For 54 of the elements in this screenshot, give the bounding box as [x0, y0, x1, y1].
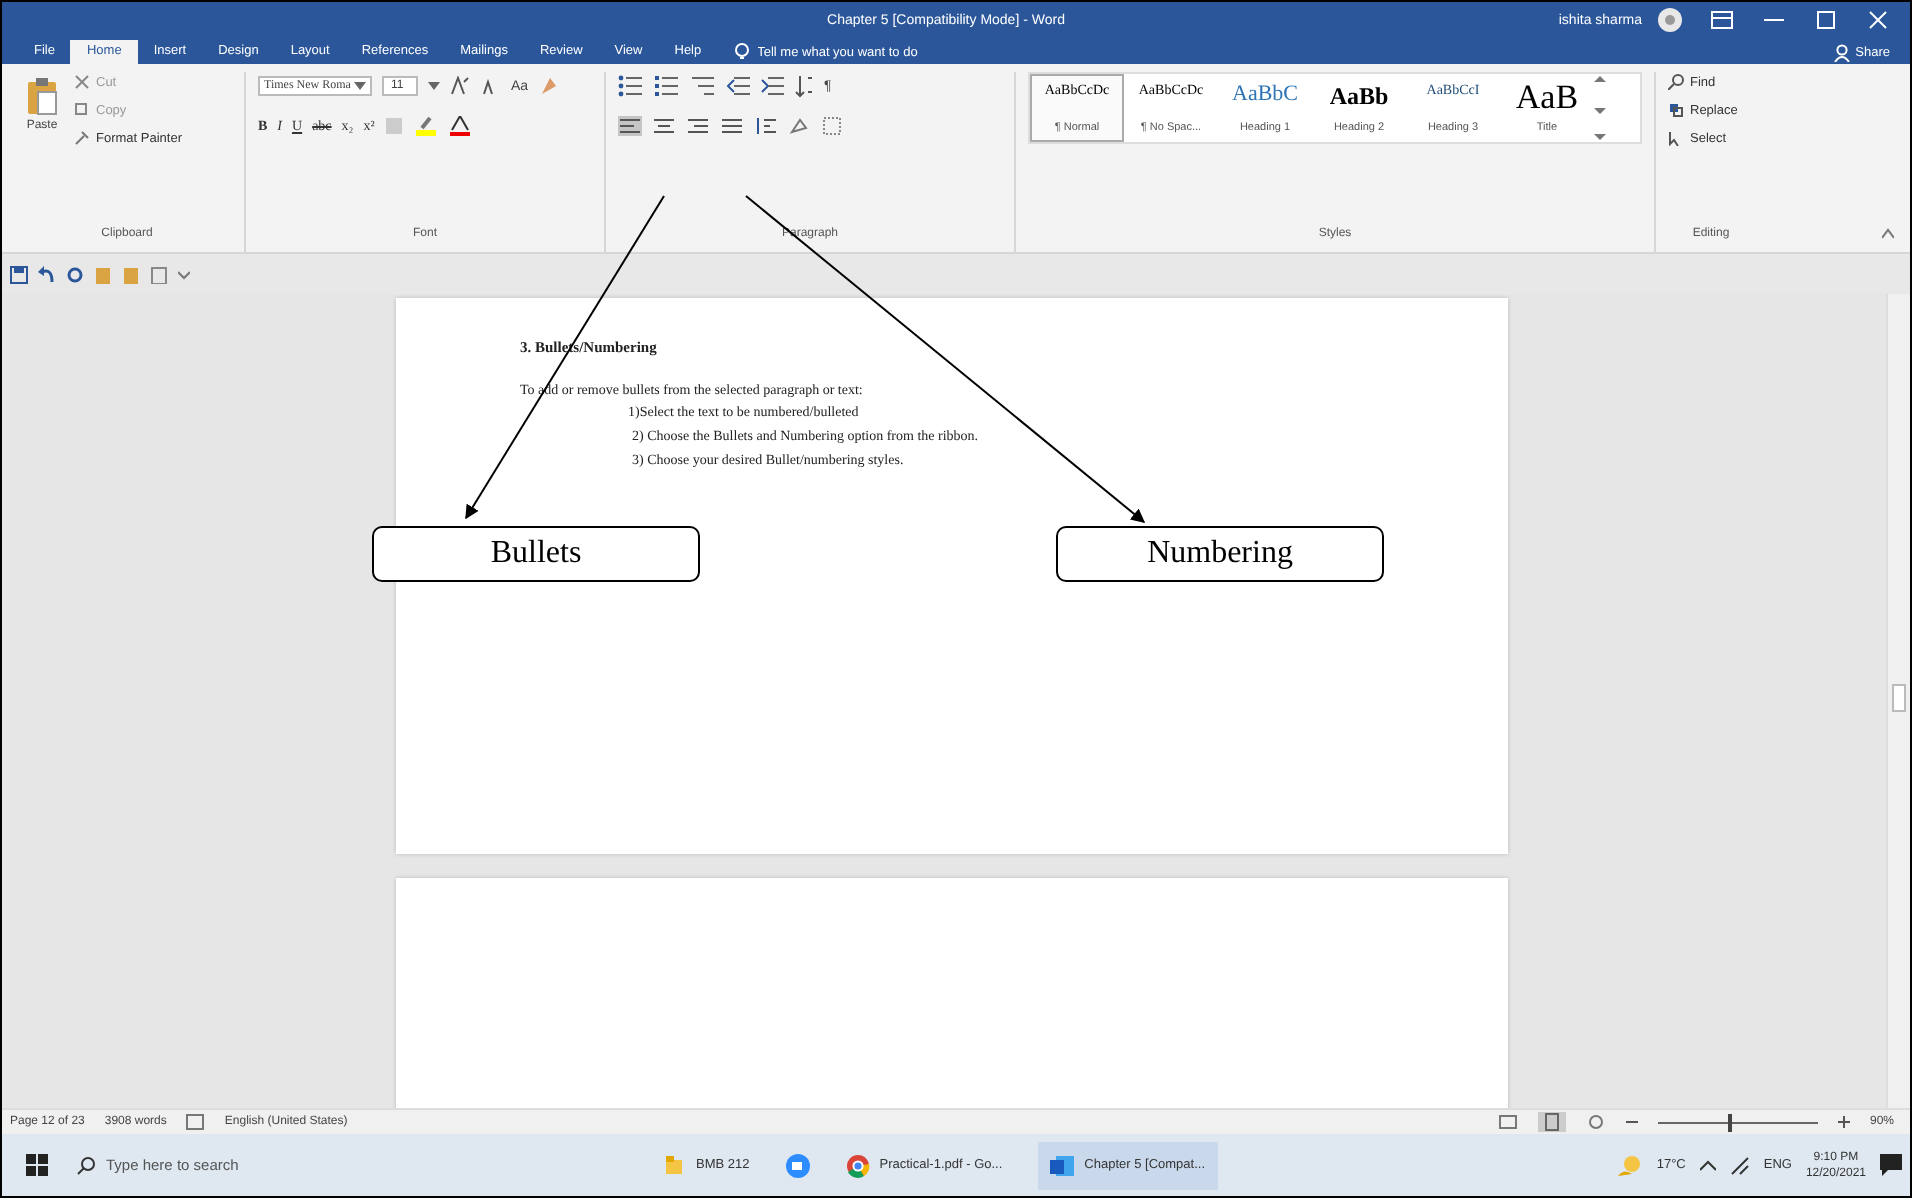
copy-icon[interactable] — [74, 102, 90, 118]
browser-icon[interactable] — [845, 1153, 870, 1177]
notification-icon[interactable] — [1880, 1154, 1902, 1176]
scrollbar[interactable] — [1886, 294, 1910, 1108]
slider-thumb[interactable] — [1727, 1113, 1732, 1131]
web-layout-icon[interactable] — [1585, 1114, 1606, 1130]
start-icon[interactable] — [26, 1154, 48, 1176]
line-spacing-icon[interactable] — [754, 116, 778, 136]
caret-icon[interactable] — [428, 80, 441, 92]
increase-indent-icon[interactable] — [760, 74, 784, 98]
zoom-in-icon[interactable] — [1837, 1116, 1850, 1128]
clipboard-icon[interactable] — [26, 76, 58, 116]
collapse-ribbon-icon[interactable] — [1882, 228, 1894, 240]
zoom-out-icon[interactable] — [1625, 1116, 1638, 1128]
print-layout-icon[interactable] — [1537, 1112, 1566, 1132]
center-icon[interactable] — [652, 116, 676, 136]
video-call-icon[interactable] — [785, 1153, 810, 1177]
font-color-icon[interactable] — [448, 116, 473, 136]
scroll-thumb[interactable] — [1892, 684, 1906, 712]
brush-icon[interactable] — [74, 130, 90, 146]
grow-font-icon[interactable] — [450, 76, 471, 96]
cursor-icon[interactable] — [1668, 130, 1684, 146]
person-icon[interactable] — [1833, 43, 1850, 61]
maximize-icon[interactable] — [1814, 8, 1839, 32]
decrease-indent-icon[interactable] — [726, 74, 750, 98]
scissors-icon[interactable] — [74, 74, 90, 90]
undo-icon[interactable] — [38, 265, 56, 283]
callout-label: Bullets — [372, 526, 700, 582]
avatar-icon[interactable] — [1658, 8, 1683, 32]
replace-icon[interactable] — [1668, 102, 1684, 118]
read-mode-icon[interactable] — [1497, 1114, 1518, 1130]
ribbon-display-icon[interactable] — [1710, 8, 1735, 32]
caret-icon[interactable] — [354, 80, 367, 92]
bullets-icon[interactable] — [618, 74, 644, 98]
align-right-icon[interactable] — [686, 116, 710, 136]
proofing-icon[interactable] — [186, 1114, 205, 1130]
align-left-icon[interactable] — [618, 116, 642, 136]
lightbulb-icon[interactable] — [733, 42, 750, 62]
search-icon[interactable] — [76, 1155, 96, 1175]
save-icon[interactable] — [10, 265, 28, 283]
sort-icon[interactable] — [794, 74, 814, 98]
gallery-scroll-icon[interactable] — [1594, 74, 1606, 142]
close-icon[interactable] — [1866, 8, 1891, 32]
multilevel-list-icon[interactable] — [690, 74, 716, 98]
callout-label: Numbering — [1056, 526, 1384, 582]
page-icon[interactable] — [150, 265, 168, 283]
word-document-icon[interactable] — [1050, 1153, 1075, 1177]
justify-icon[interactable] — [720, 116, 744, 136]
chevron-up-icon[interactable] — [1699, 1159, 1716, 1171]
search-icon[interactable] — [1668, 74, 1684, 90]
borders-icon[interactable] — [822, 116, 842, 136]
customize-icon[interactable] — [178, 265, 190, 283]
highlighter-icon[interactable] — [414, 116, 439, 136]
numbering-icon[interactable] — [654, 74, 680, 98]
